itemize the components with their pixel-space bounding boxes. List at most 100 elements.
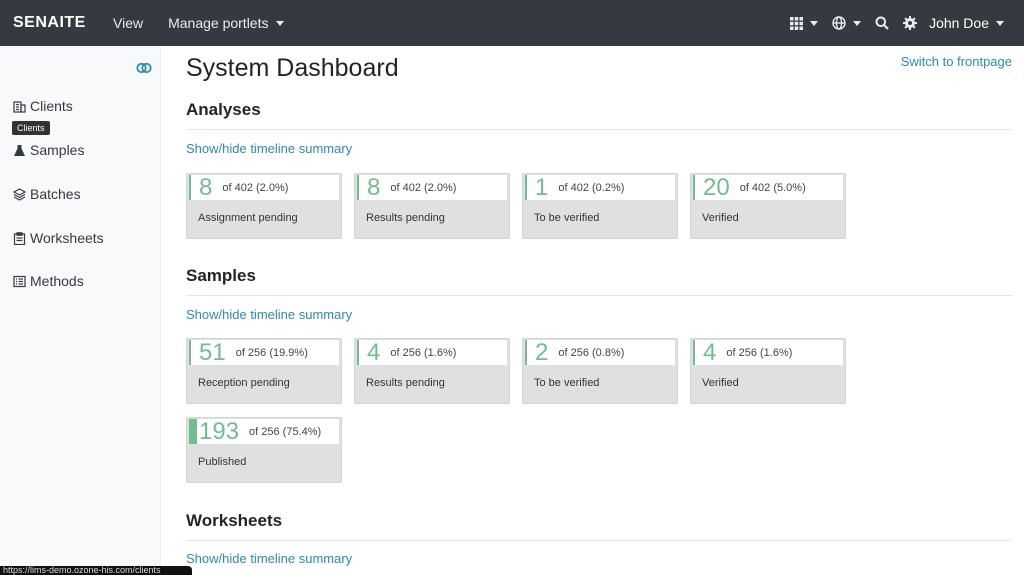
progress-bar — [693, 340, 695, 365]
sidebar-toggle[interactable] — [136, 61, 152, 79]
gear-icon — [903, 16, 918, 30]
card-label: Results pending — [366, 377, 445, 389]
settings-button[interactable] — [903, 16, 918, 30]
card-header: 1 of 402 (0.2%) — [525, 175, 675, 200]
tooltip: Clients — [12, 121, 50, 135]
card-count: 20 — [703, 174, 730, 201]
card-count: 51 — [199, 339, 226, 366]
section-title-worksheets: Worksheets — [186, 511, 283, 530]
user-menu[interactable]: John Doe — [929, 15, 1004, 31]
card-total: of 402 (5.0%) — [739, 181, 806, 194]
card-count: 2 — [535, 339, 549, 366]
card-header: 2 of 256 (0.8%) — [525, 340, 675, 365]
view-label: View — [113, 15, 144, 31]
manage-portlets-menu[interactable]: Manage portlets — [168, 15, 284, 31]
card-count: 8 — [367, 174, 381, 201]
card-header: 20 of 402 (5.0%) — [693, 175, 843, 200]
status-card[interactable]: 2 of 256 (0.8%) To be verified — [522, 338, 678, 404]
switch-to-frontpage-link[interactable]: Switch to frontpage — [901, 54, 1012, 69]
card-label: Published — [198, 456, 247, 468]
status-card[interactable]: 4 of 256 (1.6%) Verified — [690, 338, 846, 404]
progress-bar — [189, 175, 191, 200]
search-button[interactable] — [875, 16, 889, 30]
section-divider — [186, 129, 1012, 130]
card-header: 193 of 256 (75.4%) — [189, 419, 339, 444]
manage-portlets-label: Manage portlets — [168, 15, 269, 31]
card-count: 193 — [199, 418, 240, 445]
card-total: of 256 (0.8%) — [558, 346, 625, 359]
sidebar-item-label: Worksheets — [30, 230, 104, 246]
card-label: Verified — [702, 212, 739, 224]
chevron-down-icon — [810, 20, 819, 26]
top-navbar: SENAITE View Manage portlets John Doe — [0, 0, 1024, 46]
section-title-samples: Samples — [186, 266, 256, 285]
progress-bar — [189, 419, 197, 444]
status-card[interactable]: 51 of 256 (19.9%) Reception pending — [186, 338, 342, 404]
section-divider — [186, 540, 1012, 541]
progress-bar — [693, 175, 695, 200]
section-divider — [186, 295, 1012, 296]
card-total: of 402 (0.2%) — [558, 181, 625, 194]
status-card[interactable]: 8 of 402 (2.0%) Results pending — [354, 173, 510, 239]
flask-icon — [14, 144, 25, 156]
sidebar-item-clients[interactable]: Clients — [13, 98, 73, 114]
grid-icon — [790, 16, 804, 30]
card-label: Reception pending — [198, 377, 290, 389]
progress-bar — [189, 340, 191, 365]
chevron-down-icon — [996, 20, 1004, 26]
card-label: Assignment pending — [198, 212, 298, 224]
status-card[interactable]: 20 of 402 (5.0%) Verified — [690, 173, 846, 239]
card-header: 4 of 256 (1.6%) — [693, 340, 843, 365]
sidebar-item-label: Batches — [30, 186, 81, 202]
card-header: 51 of 256 (19.9%) — [189, 340, 339, 365]
sidebar-item-worksheets[interactable]: Worksheets — [13, 230, 104, 246]
card-count: 4 — [703, 339, 717, 366]
card-header: 8 of 402 (2.0%) — [357, 175, 507, 200]
card-label: To be verified — [534, 377, 600, 389]
building-icon — [13, 100, 26, 113]
card-label: Results pending — [366, 212, 445, 224]
view-menu[interactable]: View — [113, 15, 143, 31]
list-icon — [13, 275, 26, 287]
progress-bar — [525, 175, 527, 200]
card-total: of 256 (19.9%) — [235, 346, 308, 359]
sidebar-item-batches[interactable]: Batches — [13, 186, 81, 202]
sidebar-item-label: Clients — [30, 98, 73, 114]
globe-icon — [832, 16, 846, 30]
card-label: Verified — [702, 377, 739, 389]
card-total: of 402 (2.0%) — [390, 181, 457, 194]
progress-bar — [357, 340, 359, 365]
status-card[interactable]: 1 of 402 (0.2%) To be verified — [522, 173, 678, 239]
toggle-icon — [136, 62, 152, 74]
language-menu[interactable] — [832, 16, 862, 30]
sidebar-item-methods[interactable]: Methods — [13, 273, 84, 289]
timeline-toggle-analyses[interactable]: Show/hide timeline summary — [186, 141, 352, 156]
chevron-down-icon — [275, 20, 284, 26]
search-icon — [875, 16, 889, 30]
card-total: of 402 (2.0%) — [222, 181, 289, 194]
card-label: To be verified — [534, 212, 600, 224]
chevron-down-icon — [853, 20, 862, 26]
card-header: 4 of 256 (1.6%) — [357, 340, 507, 365]
status-card[interactable]: 8 of 402 (2.0%) Assignment pending — [186, 173, 342, 239]
progress-bar — [357, 175, 359, 200]
brand-logo[interactable]: SENAITE — [13, 14, 88, 32]
sidebar-item-label: Samples — [30, 142, 85, 158]
sidebar-item-samples[interactable]: Samples — [13, 142, 84, 158]
card-count: 1 — [535, 174, 549, 201]
page-title: System Dashboard — [186, 54, 399, 82]
card-count: 8 — [199, 174, 213, 201]
sidebar-item-label: Methods — [30, 273, 84, 289]
browser-status-url: https://lims-demo.ozone-his.com/clients — [0, 566, 192, 575]
timeline-toggle-samples[interactable]: Show/hide timeline summary — [186, 307, 352, 322]
status-card[interactable]: 4 of 256 (1.6%) Results pending — [354, 338, 510, 404]
layers-icon — [13, 187, 26, 201]
timeline-toggle-worksheets[interactable]: Show/hide timeline summary — [186, 551, 352, 566]
card-count: 4 — [367, 339, 381, 366]
sidebar: Clients Clients Samples Batches Workshee… — [0, 46, 161, 575]
apps-menu[interactable] — [790, 16, 819, 30]
card-total: of 256 (75.4%) — [249, 425, 322, 438]
status-card[interactable]: 193 of 256 (75.4%) Published — [186, 417, 342, 483]
clipboard-icon — [13, 231, 26, 245]
section-title-analyses: Analyses — [186, 100, 261, 119]
